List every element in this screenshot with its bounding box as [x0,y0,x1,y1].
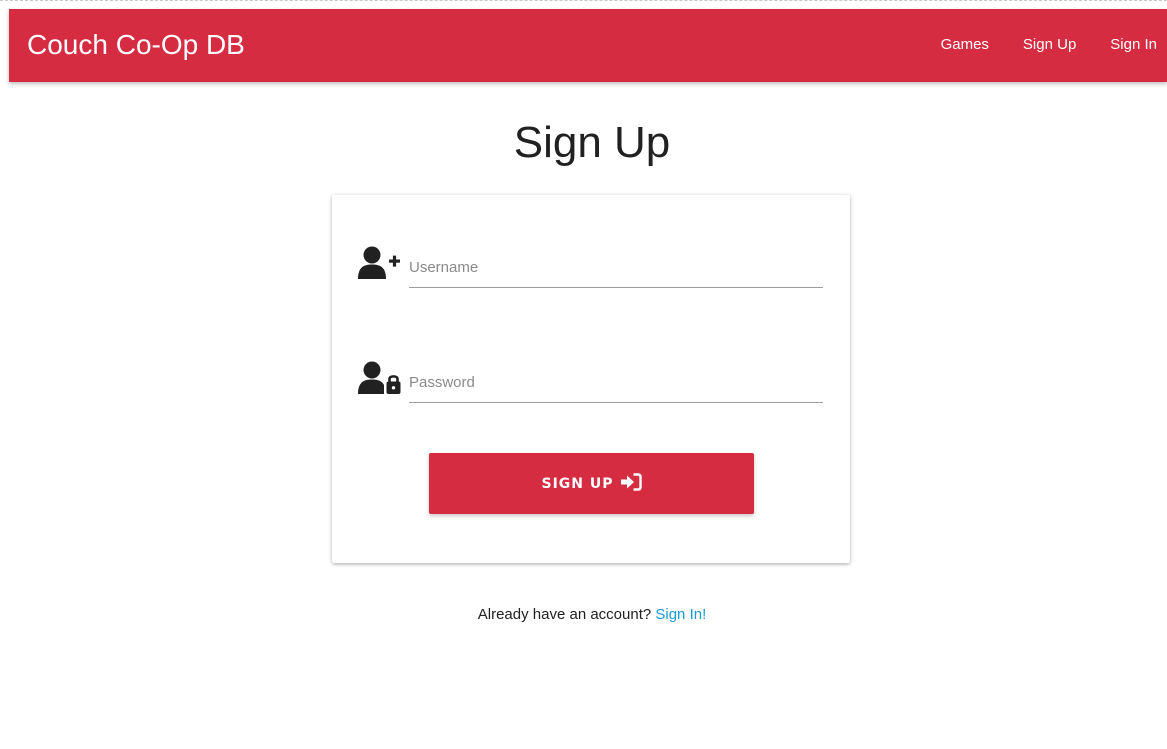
page-title: Sign Up [513,118,671,167]
username-input[interactable] [409,248,823,288]
signin-link[interactable]: Sign In! [655,606,706,623]
nav-link-games[interactable]: Games [941,36,989,53]
nav-links: Games Sign Up Sign In [907,36,1157,53]
user-lock-icon [358,360,402,396]
navbar: Couch Co-Op DB Games Sign Up Sign In [9,9,1167,82]
sign-up-button[interactable]: SIGN UP [429,453,754,514]
signin-prompt: Already have an account? Sign In! [0,606,1167,623]
brand-logo-link[interactable]: Couch Co-Op DB [27,29,245,61]
nav-link-sign-in[interactable]: Sign In [1110,36,1157,53]
sign-in-arrow-icon [614,472,642,495]
user-plus-icon [358,245,402,281]
signup-card: SIGN UP [332,195,850,563]
signin-prompt-text: Already have an account? [477,606,656,623]
window-top-strip [0,0,1167,8]
sign-up-button-label: SIGN UP [541,475,614,492]
password-input[interactable] [409,363,823,403]
nav-link-sign-up[interactable]: Sign Up [1023,36,1076,53]
